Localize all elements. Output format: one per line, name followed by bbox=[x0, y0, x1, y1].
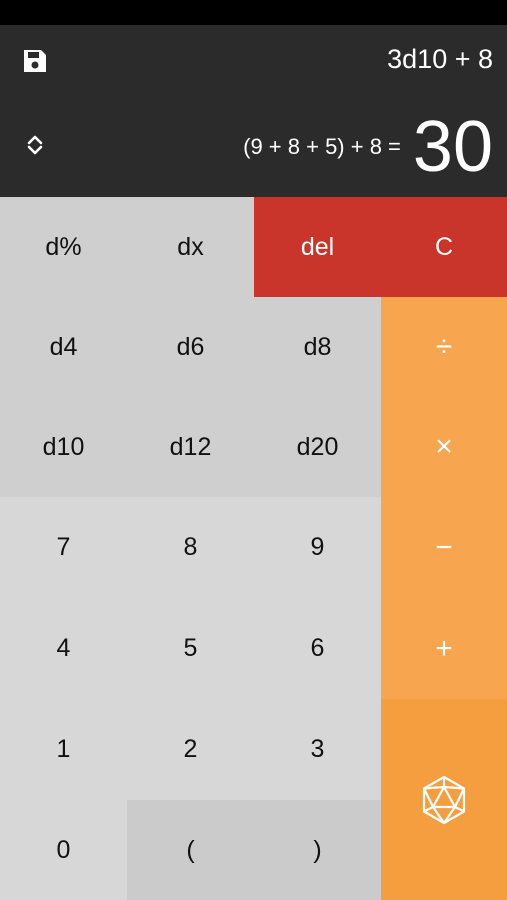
expression-display: 3d10 + 8 bbox=[387, 44, 493, 74]
key-8[interactable]: 8 bbox=[127, 497, 254, 598]
add-button[interactable]: + bbox=[381, 598, 507, 699]
key-d10[interactable]: d10 bbox=[0, 397, 127, 497]
save-button[interactable] bbox=[14, 41, 56, 81]
keypad: d% dx del C d4 d6 d8 ÷ d10 d12 d20 × 7 8… bbox=[0, 197, 507, 900]
clear-button[interactable]: C bbox=[381, 197, 507, 297]
open-paren-button[interactable]: ( bbox=[127, 800, 254, 900]
key-d8[interactable]: d8 bbox=[254, 297, 381, 397]
key-1[interactable]: 1 bbox=[0, 699, 127, 800]
key-5[interactable]: 5 bbox=[127, 598, 254, 699]
key-d-percent[interactable]: d% bbox=[0, 197, 127, 297]
result-row: (9 + 8 + 5) + 8 = 30 bbox=[243, 103, 493, 191]
key-d20[interactable]: d20 bbox=[254, 397, 381, 497]
key-4[interactable]: 4 bbox=[0, 598, 127, 699]
delete-button[interactable]: del bbox=[254, 197, 381, 297]
key-6[interactable]: 6 bbox=[254, 598, 381, 699]
display-header: 3d10 + 8 (9 + 8 + 5) + 8 = 30 bbox=[0, 25, 507, 197]
result-value: 30 bbox=[412, 107, 493, 187]
sort-icon bbox=[27, 135, 43, 155]
roll-breakdown: (9 + 8 + 5) + 8 = bbox=[243, 134, 401, 159]
key-2[interactable]: 2 bbox=[127, 699, 254, 800]
key-d4[interactable]: d4 bbox=[0, 297, 127, 397]
key-dx[interactable]: dx bbox=[127, 197, 254, 297]
save-icon bbox=[24, 50, 46, 72]
multiply-button[interactable]: × bbox=[381, 397, 507, 497]
dice-calculator-app: 3d10 + 8 (9 + 8 + 5) + 8 = 30 d% dx del … bbox=[0, 0, 507, 900]
divide-button[interactable]: ÷ bbox=[381, 297, 507, 397]
close-paren-button[interactable]: ) bbox=[254, 800, 381, 900]
key-3[interactable]: 3 bbox=[254, 699, 381, 800]
key-d6[interactable]: d6 bbox=[127, 297, 254, 397]
key-d12[interactable]: d12 bbox=[127, 397, 254, 497]
sort-button[interactable] bbox=[18, 128, 52, 162]
key-9[interactable]: 9 bbox=[254, 497, 381, 598]
roll-button[interactable] bbox=[381, 699, 507, 900]
d20-icon bbox=[422, 775, 466, 824]
subtract-button[interactable]: − bbox=[381, 497, 507, 598]
status-bar bbox=[0, 0, 507, 25]
key-0[interactable]: 0 bbox=[0, 800, 127, 900]
key-7[interactable]: 7 bbox=[0, 497, 127, 598]
